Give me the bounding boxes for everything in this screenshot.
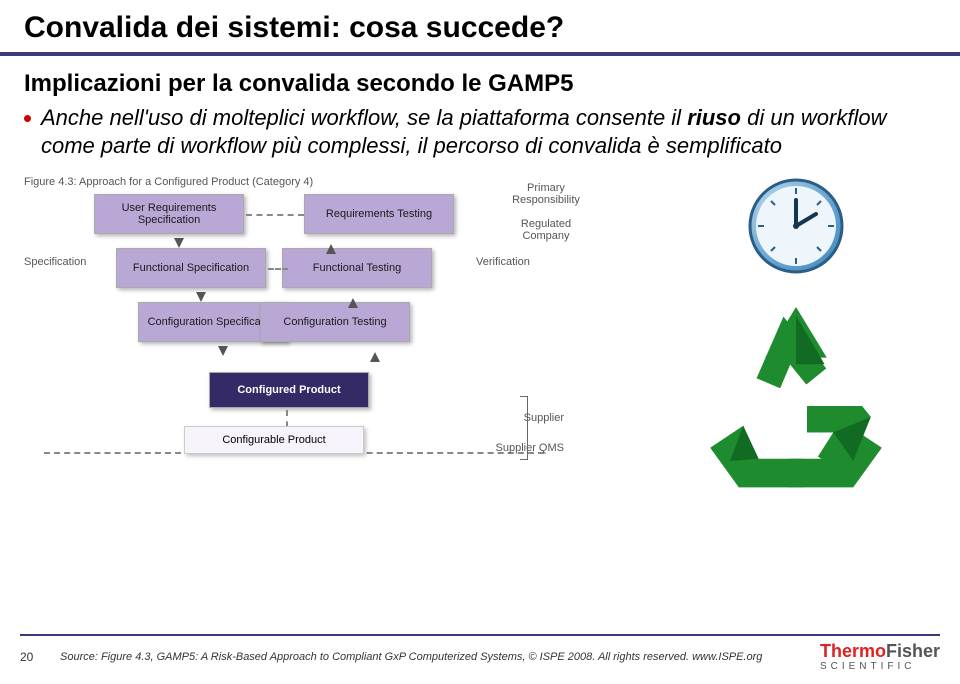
bullet-text-bold: riuso xyxy=(687,105,741,130)
bullet-item: Anche nell'uso di molteplici workflow, s… xyxy=(24,104,936,160)
v-model-diagram: Figure 4.3: Approach for a Configured Pr… xyxy=(24,176,584,566)
logo-text-fisher: Fisher xyxy=(886,641,940,661)
arrow-down-icon xyxy=(218,346,228,356)
arrow-up-icon xyxy=(348,298,358,308)
right-column: Requirements Testing Functional Testing … xyxy=(314,194,454,342)
bullet-list: Anche nell'uso di molteplici workflow, s… xyxy=(0,104,960,160)
v-shape: Specification Verification User Requirem… xyxy=(24,194,564,494)
bullet-dot-icon xyxy=(24,115,31,122)
title-underline xyxy=(0,52,960,56)
supplier-area: Configurable Product Supplier Supplier Q… xyxy=(94,394,514,460)
label-supplier: Supplier xyxy=(524,412,564,424)
source-citation: Source: Figure 4.3, GAMP5: A Risk-Based … xyxy=(60,651,804,663)
footer-rule xyxy=(20,634,940,636)
bracket-icon xyxy=(520,396,528,460)
box-requirements-testing: Requirements Testing xyxy=(304,194,454,234)
box-configuration-testing: Configuration Testing xyxy=(260,302,410,342)
footer: 20 Source: Figure 4.3, GAMP5: A Risk-Bas… xyxy=(0,634,960,672)
slide-number: 20 xyxy=(20,650,44,664)
arrow-down-icon xyxy=(174,238,184,248)
content-row: Figure 4.3: Approach for a Configured Pr… xyxy=(0,160,960,566)
arrow-up-icon xyxy=(370,352,380,362)
thermofisher-logo: ThermoFisher SCIENTIFIC xyxy=(820,642,940,672)
dashed-link xyxy=(268,268,288,270)
label-verification: Verification xyxy=(476,256,530,268)
label-supplier-qms: Supplier QMS xyxy=(496,442,564,454)
bullet-text-pre: Anche nell'uso di molteplici workflow, s… xyxy=(41,105,687,130)
slide-title: Convalida dei sistemi: cosa succede? xyxy=(0,0,960,52)
logo-text-scientific: SCIENTIFIC xyxy=(820,662,916,672)
right-column-graphics xyxy=(656,176,936,516)
bullet-text: Anche nell'uso di molteplici workflow, s… xyxy=(41,104,936,160)
figure-caption: Figure 4.3: Approach for a Configured Pr… xyxy=(24,176,584,188)
left-column: User Requirements Specification Function… xyxy=(94,194,288,342)
logo-text-thermo: Thermo xyxy=(820,641,886,661)
box-functional-spec: Functional Specification xyxy=(116,248,266,288)
recycle-icon xyxy=(686,296,906,516)
clock-icon xyxy=(746,176,846,276)
dashed-link xyxy=(246,214,304,216)
arrow-down-icon xyxy=(196,292,206,302)
box-user-requirements-spec: User Requirements Specification xyxy=(94,194,244,234)
slide-subtitle: Implicazioni per la convalida secondo le… xyxy=(0,70,960,104)
box-configurable-product: Configurable Product xyxy=(184,426,364,454)
arrow-up-icon xyxy=(326,244,336,254)
box-functional-testing: Functional Testing xyxy=(282,248,432,288)
label-specification: Specification xyxy=(24,256,86,268)
